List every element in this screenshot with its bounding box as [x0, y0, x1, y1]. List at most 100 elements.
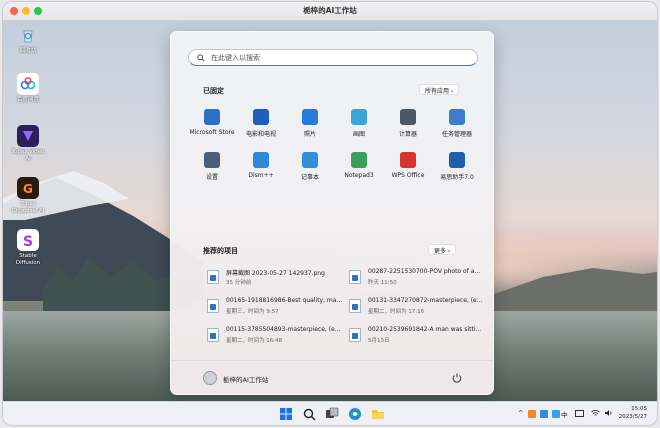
recommended-item-name: 屏幕截图 2023-05-27 142937.png: [226, 270, 325, 277]
recommended-title: 推荐的项目: [203, 247, 238, 255]
wps-icon: [400, 152, 416, 168]
clock-date: 2023/5/27: [618, 414, 647, 420]
more-button[interactable]: 更多 ›: [428, 244, 457, 255]
recommended-item-name: 00131-3347270872-masterpiece, (e...: [368, 297, 483, 304]
recommended-item-name: 00115-3785504893-masterpiece, (e...: [226, 326, 341, 333]
task-view-icon[interactable]: [324, 406, 340, 422]
recommended-item[interactable]: 屏幕截图 2023-05-27 142937.png 35 分钟前: [207, 268, 347, 290]
pinned-app[interactable]: 照片: [286, 109, 334, 138]
pinned-app[interactable]: WPS Office: [384, 152, 432, 179]
desktop-icon-label: Stable Diffusion: [15, 253, 41, 266]
pinned-app-label: 画图: [352, 131, 365, 138]
avatar[interactable]: [203, 371, 217, 385]
store-icon: [204, 109, 220, 125]
pinned-app-label: Dism++: [248, 172, 274, 179]
recommended-item[interactable]: 00287-2251530700-POV photo of a... 昨天 11:…: [349, 268, 489, 290]
pinned-app[interactable]: Microsoft Store: [188, 109, 236, 136]
tray-sync-icon[interactable]: [552, 410, 560, 418]
pinned-app-label: 任务管理器: [441, 131, 472, 138]
pinned-app-label: 设置: [205, 174, 218, 181]
all-apps-button[interactable]: 所有应用 ›: [419, 84, 460, 95]
pinned-app-label: WPS Office: [391, 172, 425, 179]
wifi-icon[interactable]: [591, 409, 600, 419]
pinned-app[interactable]: Notepad3: [335, 152, 383, 179]
pinned-app[interactable]: 计算器: [384, 109, 432, 138]
pinned-app-label: Microsoft Store: [189, 129, 235, 136]
pinned-app[interactable]: 画图: [335, 109, 383, 138]
recommended-item[interactable]: 00210-2539691842-A man was sitti... 5月13日: [349, 326, 489, 348]
user-name[interactable]: 栀梓的AI工作站: [223, 374, 268, 384]
stable-diffusion-icon: S: [17, 229, 39, 251]
image-file-icon: [349, 328, 361, 342]
recommended-item-time: 星期二，时间为 17:16: [368, 309, 425, 315]
tray-cloud-icon[interactable]: [540, 410, 548, 418]
vm-window: 栀梓的AI工作站 回收站 百度网盘 Topaz Video AI G Topaz…: [3, 2, 657, 425]
recommended-item-name: 00210-2539691842-A man was sitti...: [368, 326, 482, 333]
recommended-item[interactable]: 00131-3347270872-masterpiece, (e... 星期二，时…: [349, 297, 489, 319]
settings-icon: [204, 152, 220, 168]
folder-icon[interactable]: [370, 406, 386, 422]
desktop-icon-stable-diffusion[interactable]: S Stable Diffusion: [11, 229, 45, 267]
edge-icon[interactable]: [347, 406, 363, 422]
volume-icon[interactable]: [604, 409, 613, 419]
desktop-icon-topaz-gigapixel[interactable]: G Topaz Gigapixel AI: [11, 177, 45, 215]
recycle-bin-icon: [17, 24, 39, 46]
recommended-item-time: 5月13日: [368, 338, 390, 344]
svg-text:S: S: [23, 234, 33, 248]
notepad3-icon: [351, 152, 367, 168]
desktop-icon-label: Topaz Video AI: [11, 149, 45, 162]
calculator-icon: [400, 109, 416, 125]
desktop: 回收站 百度网盘 Topaz Video AI G Topaz Gigapixe…: [3, 21, 657, 401]
image-file-icon: [349, 270, 361, 284]
baidu-netdisk-icon: [17, 73, 39, 95]
search-input[interactable]: 在此键入以搜索: [188, 49, 478, 66]
image-file-icon: [207, 328, 219, 342]
image-file-icon: [207, 299, 219, 313]
clock-time: 15:05: [631, 406, 647, 412]
recommended-item-time: 35 分钟前: [226, 280, 252, 286]
pinned-app[interactable]: 易思助手7.0: [433, 152, 481, 181]
ime-indicator[interactable]: 中: [561, 409, 568, 419]
pinned-app-label: 照片: [303, 131, 316, 138]
pinned-app[interactable]: 电影和电视: [237, 109, 285, 138]
window-title: 栀梓的AI工作站: [303, 6, 357, 15]
display-icon[interactable]: [575, 410, 584, 417]
tray-app-icon[interactable]: [528, 410, 536, 418]
topaz-gigapixel-icon: G: [17, 177, 39, 199]
recommended-item[interactable]: 00115-3785504893-masterpiece, (e... 星期二，时…: [207, 326, 347, 348]
pinned-title: 已固定: [203, 87, 224, 95]
paint-icon: [351, 109, 367, 125]
desktop-icon-recycle-bin[interactable]: 回收站: [11, 24, 45, 55]
system-clock[interactable]: 15:05 2023/5/27: [619, 405, 647, 421]
pinned-app[interactable]: 记事本: [286, 152, 334, 181]
desktop-icon-label: Topaz Gigapixel AI: [11, 201, 45, 214]
start-menu: 在此键入以搜索 已固定 所有应用 › Microsoft Store 电影和电视 照…: [170, 31, 494, 395]
pinned-app[interactable]: Dism++: [237, 152, 285, 179]
show-hidden-icons-icon[interactable]: ^: [518, 409, 523, 417]
dism-icon: [253, 152, 269, 168]
desktop-icon-baidu-netdisk[interactable]: 百度网盘: [11, 73, 45, 104]
recommended-item[interactable]: 00165-1918816986-Best quality, ma... 星期三，…: [207, 297, 347, 319]
windows-start-icon[interactable]: [278, 406, 294, 422]
desktop-icon-topaz-video[interactable]: Topaz Video AI: [11, 125, 45, 163]
title-bar[interactable]: 栀梓的AI工作站: [3, 2, 657, 21]
pinned-app-label: 记事本: [300, 174, 319, 181]
pinned-app-label: 计算器: [398, 131, 417, 138]
more-label: 更多: [434, 248, 447, 255]
photos-icon: [302, 109, 318, 125]
pinned-app[interactable]: 任务管理器: [433, 109, 481, 138]
power-icon[interactable]: [451, 372, 463, 384]
search-placeholder: 在此键入以搜索: [211, 54, 260, 62]
recommended-item-name: 00287-2251530700-POV photo of a...: [368, 268, 481, 275]
topaz-video-ai-icon: [17, 125, 39, 147]
desktop-icon-label: 百度网盘: [16, 97, 39, 103]
pinned-app-label: 易思助手7.0: [440, 174, 474, 181]
movies-icon: [253, 109, 269, 125]
notepad-icon: [302, 152, 318, 168]
pinned-app-label: 电影和电视: [245, 131, 276, 138]
pinned-app[interactable]: 设置: [188, 152, 236, 181]
task-manager-icon: [449, 109, 465, 125]
assistant-icon: [449, 152, 465, 168]
search-icon[interactable]: [301, 406, 317, 422]
svg-text:G: G: [23, 182, 33, 196]
